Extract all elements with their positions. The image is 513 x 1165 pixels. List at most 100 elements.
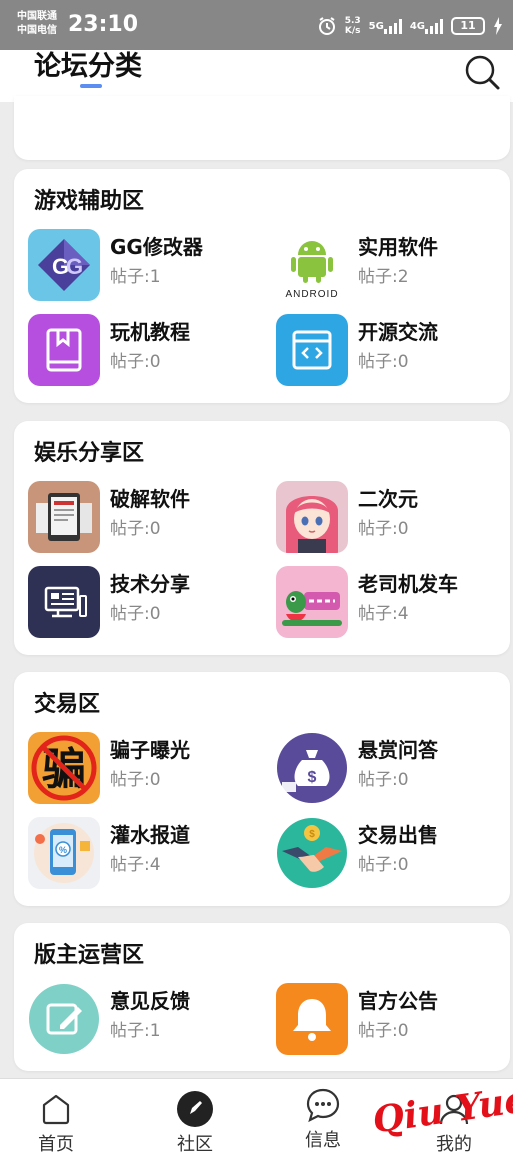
signal-4g-icon: 4G <box>410 18 443 34</box>
item-post-count: 帖子:0 <box>110 352 161 372</box>
item-name: 开源交流 <box>358 320 438 344</box>
book-icon <box>28 314 100 386</box>
item-name: 玩机教程 <box>110 320 190 344</box>
item-name: 灌水报道 <box>110 823 190 847</box>
bell-icon <box>276 983 348 1055</box>
nav-label: 首页 <box>38 1134 74 1155</box>
section-card-entertainment: 娱乐分享区 破解软件 帖子:0 二次元 帖子:0 技术分享 帖子:0 老司机发车… <box>14 421 510 655</box>
item-post-count: 帖子:0 <box>110 604 161 624</box>
computer-icon <box>28 566 100 638</box>
item-post-count: 帖子:1 <box>110 267 161 287</box>
svg-text:G: G <box>66 254 83 279</box>
code-window-icon <box>276 314 348 386</box>
edit-icon <box>28 983 100 1055</box>
title-tab-indicator <box>80 84 102 88</box>
page-title: 论坛分类 <box>34 51 142 82</box>
forum-item-anime[interactable]: 二次元 帖子:0 <box>276 481 506 555</box>
nav-label: 信息 <box>305 1130 341 1151</box>
forum-item-tutorial[interactable]: 玩机教程 帖子:0 <box>28 314 258 388</box>
speed-value: 5.3 <box>344 16 361 26</box>
forum-item-announcement[interactable]: 官方公告 帖子:0 <box>276 983 506 1057</box>
speed-unit: K/s <box>344 26 361 36</box>
charging-icon <box>493 17 503 35</box>
news-tablet-icon <box>28 481 100 553</box>
search-button[interactable] <box>462 52 502 92</box>
section-title: 版主运营区 <box>34 943 145 968</box>
forum-item-scam[interactable]: 骗 骗子曝光 帖子:0 <box>28 732 258 806</box>
svg-text:$: $ <box>309 829 315 840</box>
item-post-count: 帖子:1 <box>110 1021 161 1041</box>
page-header: 论坛分类 <box>0 50 513 102</box>
forum-item-chat[interactable]: % 灌水报道 帖子:4 <box>28 817 258 891</box>
item-post-count: 帖子:0 <box>358 352 409 372</box>
item-post-count: 帖子:4 <box>358 604 409 624</box>
clock: 23:10 <box>68 12 139 37</box>
nav-messages[interactable]: 信息 <box>283 1079 363 1165</box>
section-card-game: 游戏辅助区 G G GG修改器 帖子:1 ANDROID 实用软件 帖子:2 玩… <box>14 169 510 403</box>
svg-text:$: $ <box>308 769 317 786</box>
svg-text:%: % <box>59 845 67 855</box>
message-icon <box>306 1088 340 1123</box>
item-post-count: 帖子:0 <box>110 770 161 790</box>
item-name: GG修改器 <box>110 235 203 259</box>
status-bar: 中国联通 中国电信 23:10 5.3 K/s 5G 4G 11 <box>0 0 513 50</box>
item-post-count: 帖子:0 <box>358 1021 409 1041</box>
section-title: 娱乐分享区 <box>34 441 145 466</box>
item-name: 骗子曝光 <box>110 738 190 762</box>
item-name: 意见反馈 <box>110 989 190 1013</box>
network-speed: 5.3 K/s <box>345 16 361 36</box>
forum-item-feedback[interactable]: 意见反馈 帖子:1 <box>28 983 258 1057</box>
item-post-count: 帖子:0 <box>358 519 409 539</box>
home-icon <box>42 1094 70 1125</box>
forum-item-driver[interactable]: 老司机发车 帖子:4 <box>276 566 506 640</box>
item-name: 官方公告 <box>358 989 438 1013</box>
alarm-icon <box>317 16 337 36</box>
carrier-info: 中国联通 中国电信 <box>17 10 57 38</box>
nav-label: 社区 <box>177 1134 213 1155</box>
phone-discount-icon: % <box>28 817 100 889</box>
section-title: 游戏辅助区 <box>34 189 145 214</box>
item-post-count: 帖子:2 <box>358 267 409 287</box>
item-post-count: 帖子:0 <box>110 519 161 539</box>
net-type-2: 4G <box>409 20 425 32</box>
net-type-1: 5G <box>368 20 384 32</box>
forum-item-gg[interactable]: G G GG修改器 帖子:1 <box>28 229 258 303</box>
signal-5g-icon: 5G <box>369 18 402 34</box>
section-card-trade: 交易区 骗 骗子曝光 帖子:0 $ 悬赏问答 帖子:0 <box>14 672 510 906</box>
section-card-moderator: 版主运营区 意见反馈 帖子:1 官方公告 帖子:0 <box>14 923 510 1071</box>
android-icon: ANDROID <box>276 229 348 301</box>
item-post-count: 帖子:0 <box>358 770 409 790</box>
forum-item-software[interactable]: ANDROID 实用软件 帖子:2 <box>276 229 506 303</box>
item-post-count: 帖子:0 <box>358 855 409 875</box>
handshake-icon: $ <box>276 817 348 889</box>
item-name: 老司机发车 <box>358 572 458 596</box>
carrier-1: 中国联通 <box>17 11 57 22</box>
community-icon <box>177 1091 213 1127</box>
item-post-count: 帖子:4 <box>110 855 161 875</box>
forum-item-cracked[interactable]: 破解软件 帖子:0 <box>28 481 258 555</box>
forum-item-opensource[interactable]: 开源交流 帖子:0 <box>276 314 506 388</box>
gg-modifier-icon: G G <box>28 229 100 301</box>
item-name: 交易出售 <box>358 823 438 847</box>
nav-community[interactable]: 社区 <box>155 1079 235 1165</box>
android-wordmark: ANDROID <box>285 289 338 300</box>
top-card <box>14 96 510 160</box>
battery-indicator: 11 <box>451 17 485 35</box>
scam-ban-icon: 骗 <box>28 732 100 804</box>
forum-item-tech[interactable]: 技术分享 帖子:0 <box>28 566 258 640</box>
item-name: 悬赏问答 <box>358 738 438 762</box>
section-title: 交易区 <box>34 692 101 717</box>
item-name: 二次元 <box>358 487 418 511</box>
forum-item-bounty[interactable]: $ 悬赏问答 帖子:0 <box>276 732 506 806</box>
nav-home[interactable]: 首页 <box>16 1079 96 1165</box>
status-icons: 5.3 K/s 5G 4G 11 <box>317 14 503 38</box>
forum-item-sale[interactable]: $ 交易出售 帖子:0 <box>276 817 506 891</box>
item-name: 技术分享 <box>110 572 190 596</box>
anime-girl-icon <box>276 481 348 553</box>
item-name: 实用软件 <box>358 235 438 259</box>
nav-label: 我的 <box>436 1134 472 1155</box>
cartoon-icon <box>276 566 348 638</box>
carrier-2: 中国电信 <box>17 25 57 36</box>
item-name: 破解软件 <box>110 487 190 511</box>
money-bag-icon: $ <box>276 732 348 804</box>
